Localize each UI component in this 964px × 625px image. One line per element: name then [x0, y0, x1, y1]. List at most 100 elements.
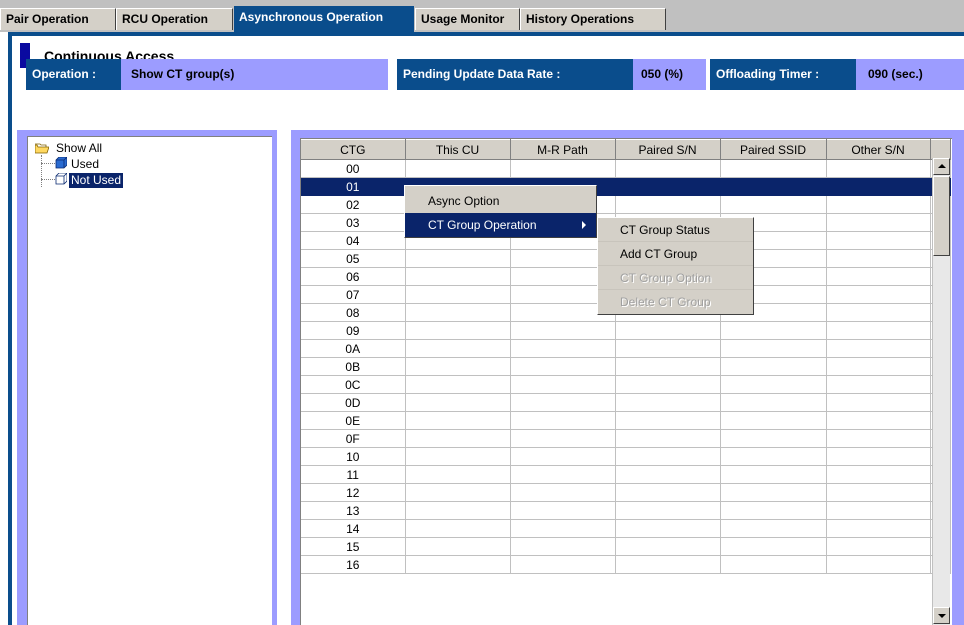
table-row[interactable]: 0E — [301, 411, 951, 430]
table-cell — [720, 429, 827, 448]
table-cell — [826, 501, 931, 520]
table-cell — [826, 465, 931, 484]
table-cell — [720, 195, 827, 214]
table-cell — [615, 537, 721, 556]
table-row[interactable]: 02 — [301, 195, 951, 214]
tab-usage-monitor[interactable]: Usage Monitor — [415, 8, 520, 30]
used-cube-icon — [55, 157, 67, 169]
table-cell — [615, 339, 721, 358]
table-row[interactable]: 0C — [301, 375, 951, 394]
ctg-cell: 08 — [301, 303, 406, 322]
ctg-cell: 12 — [301, 483, 406, 502]
tree-item-show-all[interactable]: Show All — [54, 141, 104, 156]
ctg-cell: 04 — [301, 231, 406, 250]
tree-item-not-used[interactable]: Not Used — [69, 173, 124, 188]
tab-rcu-operation[interactable]: RCU Operation — [116, 8, 233, 30]
column-header-this-cu[interactable]: This CU — [405, 139, 511, 160]
table-row[interactable]: 12 — [301, 483, 951, 502]
table-cell — [615, 519, 721, 538]
table-cell — [826, 177, 931, 196]
table-row[interactable]: 13 — [301, 501, 951, 520]
pending-label: Pending Update Data Rate : — [397, 59, 633, 90]
table-cell — [405, 357, 511, 376]
table-row[interactable]: 01 — [301, 177, 951, 196]
table-cell — [405, 411, 511, 430]
tab-asynchronous-operation[interactable]: Asynchronous Operation — [234, 6, 414, 34]
column-header-m-r-path[interactable]: M-R Path — [510, 139, 616, 160]
ctg-cell: 06 — [301, 267, 406, 286]
table-row[interactable]: 0B — [301, 357, 951, 376]
table-cell — [720, 519, 827, 538]
table-cell — [826, 303, 931, 322]
menu-item-label: CT Group Operation — [428, 218, 537, 232]
table-cell — [405, 519, 511, 538]
ctg-cell: 0A — [301, 339, 406, 358]
operation-label: Operation : — [26, 59, 121, 90]
table-cell — [826, 447, 931, 466]
table-row[interactable]: 14 — [301, 519, 951, 538]
table-cell — [720, 501, 827, 520]
ctg-cell: 15 — [301, 537, 406, 556]
tab-history-operations[interactable]: History Operations — [520, 8, 666, 30]
table-cell — [615, 159, 721, 178]
table-cell — [720, 321, 827, 340]
table-row[interactable]: 00 — [301, 159, 951, 178]
arrow-down-icon — [938, 614, 946, 618]
table-row[interactable]: 11 — [301, 465, 951, 484]
table-row[interactable]: 10 — [301, 447, 951, 466]
table-cell — [720, 483, 827, 502]
table-cell — [720, 177, 827, 196]
pending-value: 050 (%) — [641, 67, 684, 81]
table-cell — [615, 429, 721, 448]
table-cell — [826, 339, 931, 358]
table-cell — [826, 249, 931, 268]
tab-pair-operation[interactable]: Pair Operation — [0, 8, 116, 30]
tree-connector — [41, 179, 55, 180]
tree-item-label: Used — [71, 157, 100, 171]
column-header-paired-ssid[interactable]: Paired SSID — [720, 139, 827, 160]
table-cell — [826, 321, 931, 340]
table-cell — [405, 447, 511, 466]
table-row[interactable]: 16 — [301, 555, 951, 574]
table-cell — [510, 321, 616, 340]
menu-item-ct-group-status[interactable]: CT Group Status — [598, 218, 753, 242]
arrow-up-icon — [938, 164, 946, 168]
ctg-cell: 09 — [301, 321, 406, 340]
table-cell — [615, 393, 721, 412]
ct-group-table-container: CTG This CU M-R Path Paired S/N Paired S… — [300, 138, 952, 625]
table-cell — [720, 393, 827, 412]
table-cell — [405, 537, 511, 556]
table-row[interactable]: 15 — [301, 537, 951, 556]
table-cell — [720, 159, 827, 178]
table-cell — [826, 483, 931, 502]
table-row[interactable]: 09 — [301, 321, 951, 340]
ctg-cell: 11 — [301, 465, 406, 484]
tree-item-used[interactable]: Used — [69, 157, 101, 172]
table-cell — [826, 429, 931, 448]
menu-item-add-ct-group[interactable]: Add CT Group — [598, 242, 753, 266]
table-cell — [405, 429, 511, 448]
column-header-paired-sn[interactable]: Paired S/N — [615, 139, 721, 160]
scroll-up-button[interactable] — [933, 158, 950, 175]
menu-item-ct-group-operation[interactable]: CT Group Operation — [405, 213, 596, 237]
table-cell — [405, 465, 511, 484]
table-row[interactable]: 0A — [301, 339, 951, 358]
table-cell — [826, 267, 931, 286]
table-cell — [510, 375, 616, 394]
table-cell — [405, 339, 511, 358]
table-cell — [405, 375, 511, 394]
table-cell — [826, 519, 931, 538]
table-row[interactable]: 0D — [301, 393, 951, 412]
table-cell — [615, 501, 721, 520]
vertical-scrollbar[interactable] — [932, 158, 950, 625]
menu-item-async-option[interactable]: Async Option — [405, 189, 596, 213]
ctg-cell: 0D — [301, 393, 406, 412]
scroll-thumb[interactable] — [933, 176, 950, 256]
column-header-other-sn[interactable]: Other S/N — [826, 139, 931, 160]
table-cell — [615, 177, 721, 196]
column-header-ctg[interactable]: CTG — [301, 139, 406, 160]
table-row[interactable]: 0F — [301, 429, 951, 448]
scroll-down-button[interactable] — [933, 607, 950, 624]
ctg-cell: 00 — [301, 159, 406, 178]
ctg-cell: 10 — [301, 447, 406, 466]
